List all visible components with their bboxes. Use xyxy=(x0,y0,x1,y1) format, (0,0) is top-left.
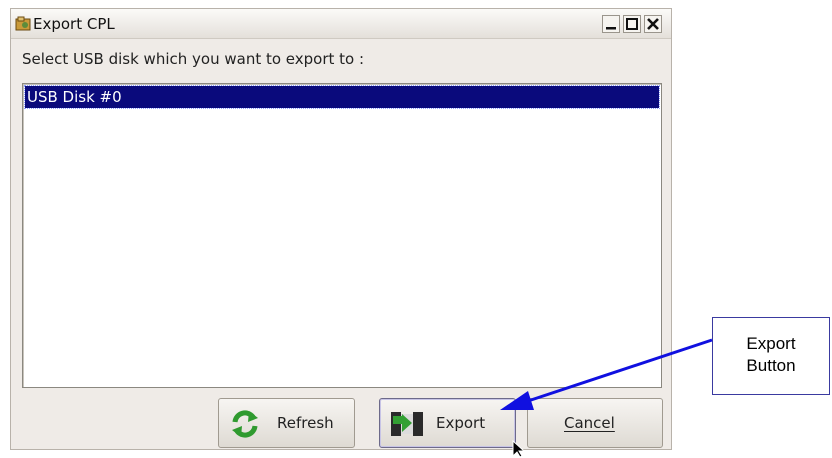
mouse-cursor-icon xyxy=(512,440,526,458)
title-bar[interactable]: Export CPL xyxy=(11,9,671,39)
app-icon xyxy=(15,16,31,32)
minimize-button[interactable] xyxy=(602,15,620,33)
cancel-button[interactable]: Cancel xyxy=(527,398,663,448)
export-cpl-dialog: Export CPL Select USB disk which you wan… xyxy=(10,8,672,450)
instruction-label: Select USB disk which you want to export… xyxy=(22,50,365,68)
annotation-line-1: Export xyxy=(746,334,796,353)
annotation-line-2: Button xyxy=(746,356,796,375)
export-disk-icon xyxy=(390,408,424,444)
maximize-icon xyxy=(623,15,641,33)
window-title: Export CPL xyxy=(33,15,115,33)
list-item-usb-disk-0[interactable]: USB Disk #0 xyxy=(24,85,660,109)
close-button[interactable] xyxy=(644,15,662,33)
export-button[interactable]: Export xyxy=(379,398,516,448)
cancel-label: Cancel xyxy=(564,414,615,432)
maximize-button[interactable] xyxy=(623,15,641,33)
refresh-label: Refresh xyxy=(277,414,334,432)
minimize-icon xyxy=(602,15,620,33)
export-button-annotation: Export Button xyxy=(712,317,830,395)
refresh-icon xyxy=(229,408,261,444)
refresh-button[interactable]: Refresh xyxy=(218,398,355,448)
export-label: Export xyxy=(436,414,486,432)
close-icon xyxy=(644,15,662,33)
usb-disk-list[interactable]: USB Disk #0 xyxy=(22,83,662,388)
